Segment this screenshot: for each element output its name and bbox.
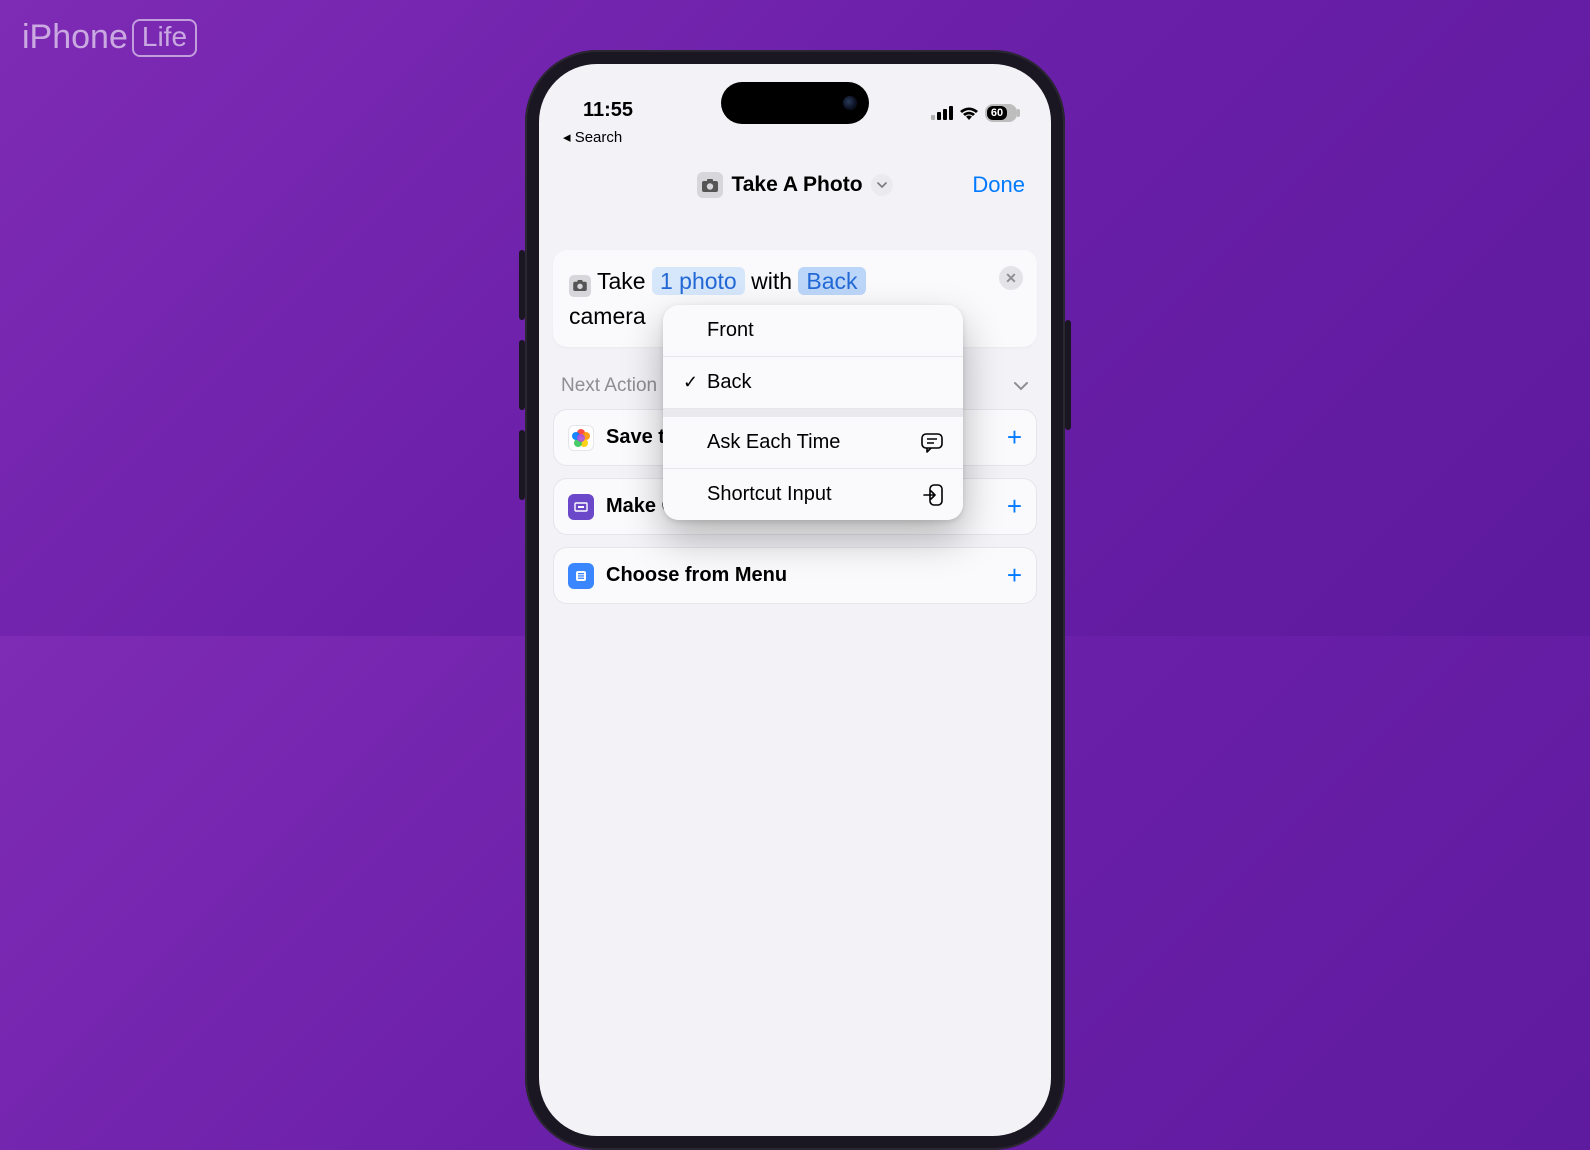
popup-option-front[interactable]: Front (663, 305, 963, 357)
front-camera-dot (843, 96, 857, 110)
shortcut-header: Take A Photo Done (539, 172, 1051, 198)
battery-icon: 60 (985, 104, 1017, 122)
add-icon[interactable]: + (1007, 422, 1022, 453)
action-word-camera: camera (569, 303, 646, 329)
camera-icon (697, 172, 723, 198)
watermark-logo: iPhone Life (22, 18, 197, 57)
suggestion-label: Choose from Menu (606, 564, 787, 587)
chevron-down-icon (1013, 381, 1029, 391)
popup-option-shortcut-input[interactable]: Shortcut Input (663, 469, 963, 520)
photos-icon (568, 425, 594, 451)
message-icon (921, 433, 943, 453)
input-icon (923, 484, 943, 506)
dynamic-island (721, 82, 869, 124)
add-icon[interactable]: + (1007, 491, 1022, 522)
title-menu-button[interactable] (871, 174, 893, 196)
camera-select-popup: Front ✓ Back Ask Each Time Shortcut Inpu… (663, 305, 963, 520)
wifi-icon (959, 106, 979, 121)
cellular-icon (931, 106, 953, 120)
remove-action-icon[interactable]: ✕ (999, 266, 1023, 290)
camera-icon (569, 275, 591, 297)
popup-option-ask[interactable]: Ask Each Time (663, 417, 963, 469)
phone-frame: 11:55 60 ◂ Search Take A Photo (525, 50, 1065, 1150)
watermark-suffix: Life (132, 19, 197, 57)
suggestion-choose-menu[interactable]: Choose from Menu + (553, 547, 1037, 604)
popup-option-back[interactable]: ✓ Back (663, 357, 963, 409)
battery-level: 60 (987, 106, 1007, 120)
watermark-brand: iPhone (22, 18, 128, 57)
popup-separator (663, 409, 963, 417)
gif-icon (568, 494, 594, 520)
done-button[interactable]: Done (972, 172, 1025, 198)
check-icon: ✓ (683, 372, 707, 393)
back-to-search[interactable]: ◂ Search (563, 128, 622, 146)
camera-param[interactable]: Back (798, 267, 865, 295)
shortcut-title: Take A Photo (731, 173, 862, 197)
status-time: 11:55 (583, 99, 633, 122)
action-word-take: Take (597, 268, 646, 294)
menu-icon (568, 563, 594, 589)
add-icon[interactable]: + (1007, 560, 1022, 591)
action-word-with: with (751, 268, 792, 294)
photo-count-param[interactable]: 1 photo (652, 267, 745, 295)
phone-screen: 11:55 60 ◂ Search Take A Photo (539, 64, 1051, 1136)
